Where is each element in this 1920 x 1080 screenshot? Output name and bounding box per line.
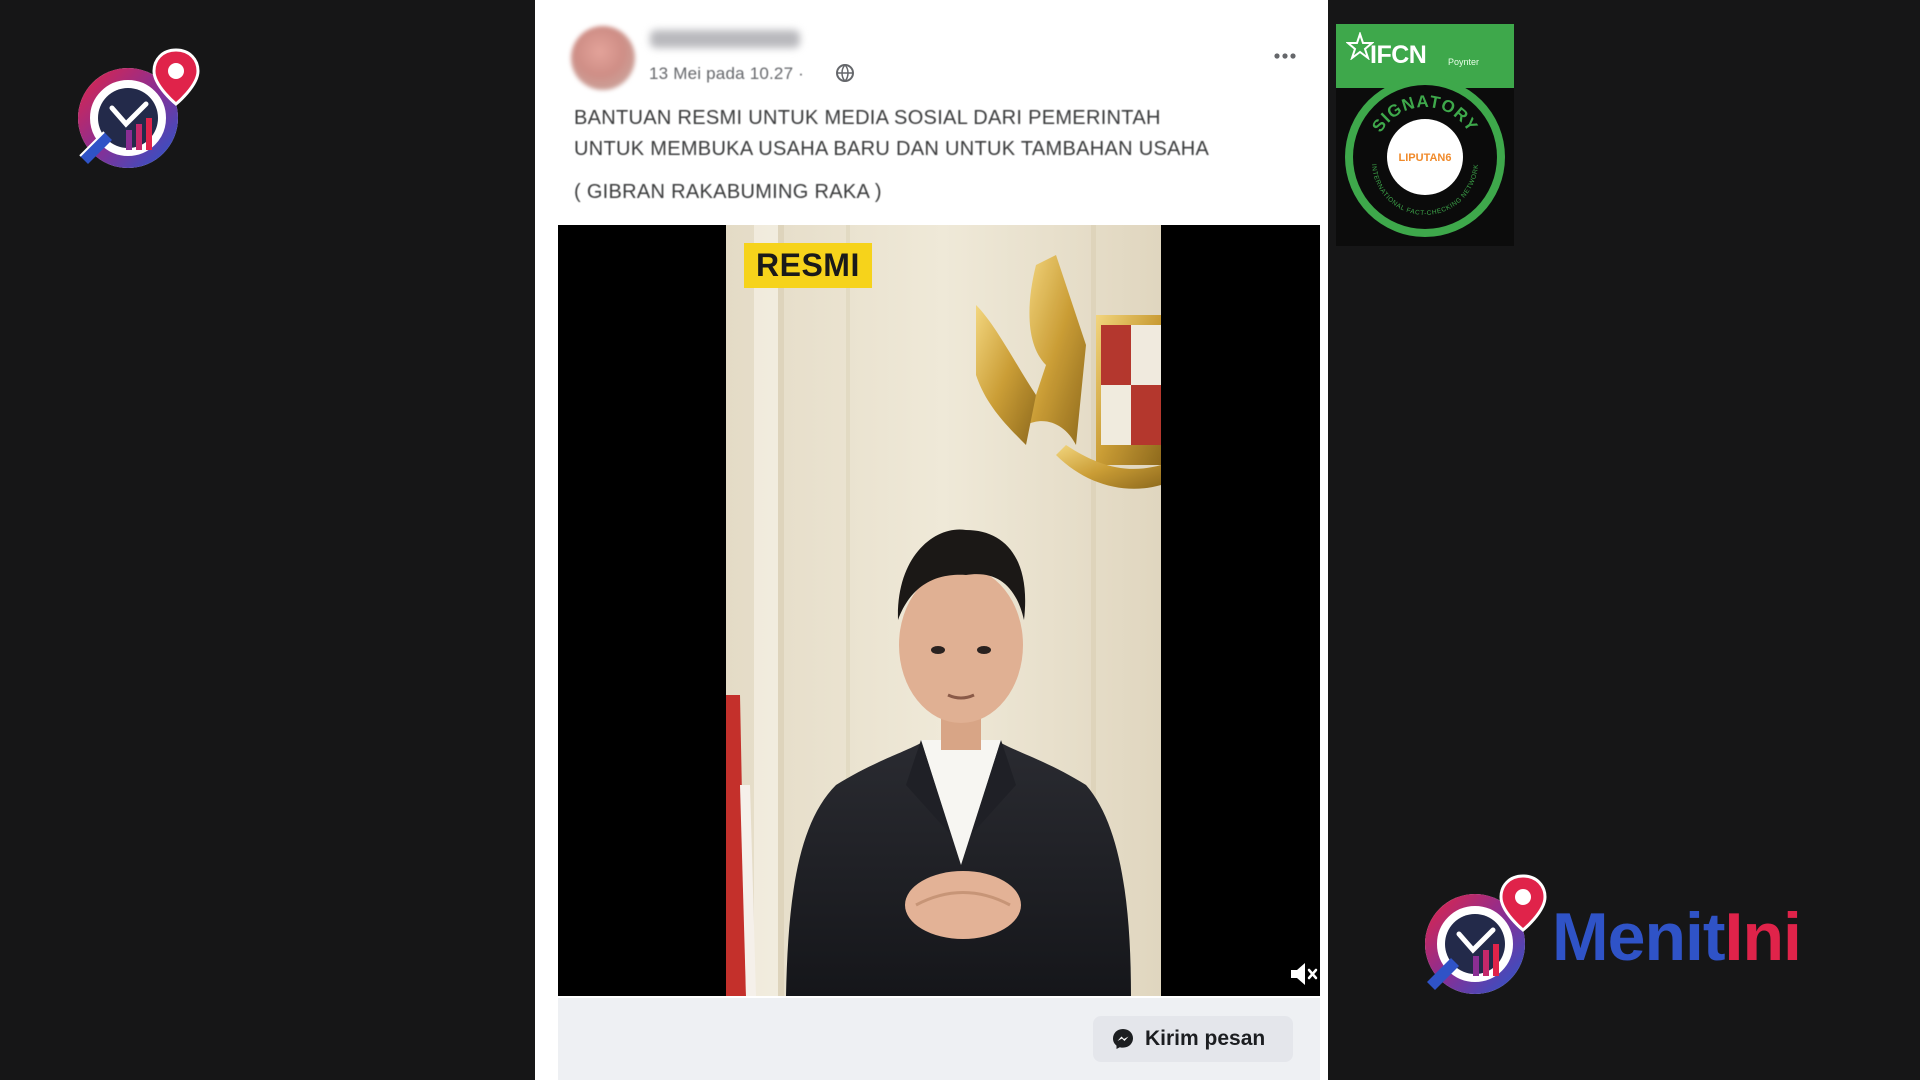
menitini-brand-icon: [1425, 874, 1547, 994]
post-caption-line-2: UNTUK MEMBUKA USAHA BARU DAN UNTUK TAMBA…: [574, 138, 1210, 160]
post-author-tag: ( GIBRAN RAKABUMING RAKA ): [574, 181, 882, 203]
ifcn-signatory-badge: IFCN Poynter SIGNATORY INTERNATIONAL FAC…: [1336, 24, 1514, 246]
video-frame[interactable]: RESMI: [726, 225, 1161, 996]
ifcn-title: IFCN: [1370, 41, 1427, 69]
facebook-post: 13 Mei pada 10.27 · BANTUAN RESMI UNTUK …: [535, 0, 1328, 1080]
ifcn-center-text: LIPUTAN6: [1399, 152, 1452, 164]
resmi-badge: RESMI: [744, 243, 872, 288]
send-message-label: Kirim pesan: [1145, 1027, 1266, 1050]
author-name-blurred[interactable]: [650, 30, 800, 48]
send-message-button[interactable]: Kirim pesan: [1093, 1016, 1293, 1062]
post-caption-line-1: BANTUAN RESMI UNTUK MEDIA SOSIAL DARI PE…: [574, 107, 1161, 129]
post-footer: Kirim pesan: [558, 998, 1320, 1080]
more-options-icon[interactable]: [1265, 46, 1305, 66]
video-scene-image: [726, 225, 1161, 996]
brand-wordmark: MenitIni: [1552, 898, 1802, 976]
post-caption: BANTUAN RESMI UNTUK MEDIA SOSIAL DARI PE…: [574, 103, 1314, 208]
brand-wordmark-part1: Menit: [1552, 899, 1726, 975]
menitini-logo-icon: [78, 48, 200, 168]
ifcn-seal: SIGNATORY INTERNATIONAL FACT-CHECKING NE…: [1345, 77, 1505, 237]
ifcn-subtitle: Poynter: [1448, 57, 1480, 67]
globe-icon[interactable]: [835, 63, 855, 83]
author-avatar[interactable]: [571, 26, 635, 90]
video-player[interactable]: RESMI: [558, 225, 1320, 996]
screenshot-canvas: 13 Mei pada 10.27 · BANTUAN RESMI UNTUK …: [0, 0, 1920, 1080]
messenger-icon: [1113, 1029, 1133, 1049]
brand-wordmark-part2: Ini: [1724, 899, 1802, 975]
mute-icon[interactable]: [1288, 960, 1318, 988]
post-timestamp[interactable]: 13 Mei pada 10.27 ·: [649, 64, 804, 84]
